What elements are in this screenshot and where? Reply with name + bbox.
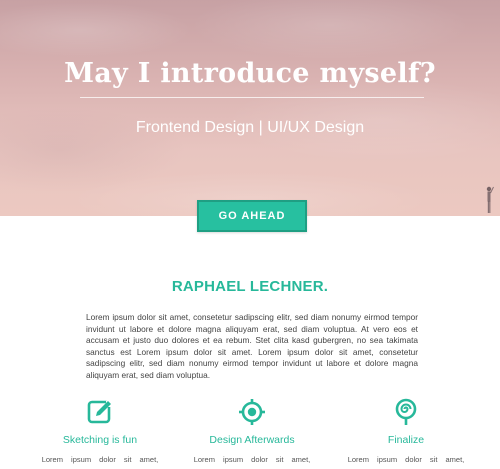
feature-text: Lorem ipsum dolor sit amet,	[41, 455, 159, 464]
feature-design: Design Afterwards Lorem ipsum dolor sit …	[187, 398, 317, 464]
hero-subtitle: Frontend Design | UI/UX Design	[135, 119, 365, 136]
lollipop-icon	[395, 398, 417, 425]
feature-text: Lorem ipsum dolor sit amet,	[193, 455, 311, 464]
feature-text: Lorem ipsum dolor sit amet,	[347, 455, 465, 464]
hero-divider	[80, 97, 424, 98]
author-name: RAPHAEL LECHNER.	[171, 278, 329, 295]
feature-title: Sketching is fun	[62, 434, 138, 446]
go-ahead-button[interactable]: GO AHEAD	[197, 200, 307, 232]
author-bio: Lorem ipsum dolor sit amet, consetetur s…	[86, 312, 418, 380]
feature-title: Design Afterwards	[209, 434, 295, 446]
feature-sketching: Sketching is fun Lorem ipsum dolor sit a…	[35, 398, 165, 464]
feature-title: Finalize	[387, 434, 425, 446]
target-icon	[239, 399, 265, 425]
edit-icon	[87, 400, 112, 424]
feature-finalize: Finalize Lorem ipsum dolor sit amet,	[341, 398, 471, 464]
hero-section: May I introduce myself? Frontend Design …	[0, 0, 500, 216]
person-silhouette-icon	[486, 186, 494, 213]
hero-title: May I introduce myself?	[64, 58, 436, 89]
